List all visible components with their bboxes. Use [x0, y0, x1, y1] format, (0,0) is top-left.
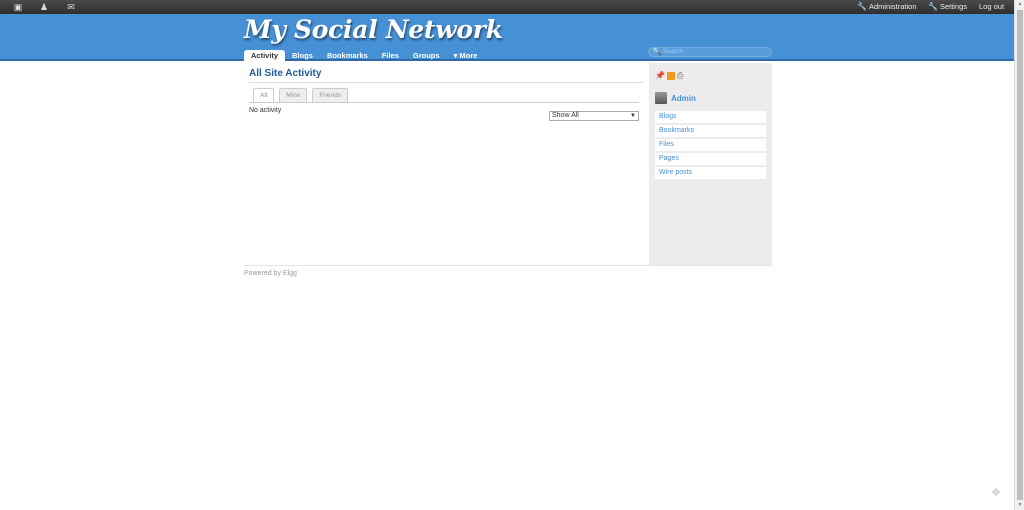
messages-icon[interactable]: ✉: [66, 2, 76, 12]
pin-icon[interactable]: 📌: [655, 71, 665, 81]
administration-label: Administration: [868, 2, 917, 11]
elgg-logo-icon[interactable]: ❖: [991, 487, 1003, 499]
nav-bookmarks[interactable]: Bookmarks: [320, 50, 375, 61]
site-title[interactable]: My Social Network: [244, 15, 503, 44]
page-title: All Site Activity: [249, 68, 322, 79]
tab-mine[interactable]: Mine: [279, 88, 308, 102]
footer-divider: [244, 265, 772, 266]
nav-files[interactable]: Files: [375, 50, 406, 61]
nav-blogs[interactable]: Blogs: [285, 50, 320, 61]
owner-menu: Blogs Bookmarks Files Pages Wire posts: [655, 111, 766, 181]
main-nav: Activity Blogs Bookmarks Files Groups ▾ …: [244, 50, 484, 61]
sidebar-item-files[interactable]: Files: [655, 139, 766, 151]
sidebar-item-blogs[interactable]: Blogs: [655, 111, 766, 123]
tab-divider: [249, 102, 639, 103]
page: ▣ ♟ ✉ 🔧 Administration 🔧 Settings Log out …: [0, 0, 1014, 510]
owner-block: Admin: [655, 92, 696, 104]
empty-message: No activity: [249, 107, 282, 114]
vertical-scrollbar[interactable]: ▲ ▼: [1014, 0, 1024, 510]
topbar: ▣ ♟ ✉ 🔧 Administration 🔧 Settings Log out: [0, 0, 1014, 14]
settings-link[interactable]: 🔧 Settings: [928, 2, 967, 12]
administration-link[interactable]: 🔧 Administration: [857, 2, 917, 12]
wrench-icon: 🔧: [928, 2, 938, 11]
dropdown-arrow-icon: ▼: [630, 113, 636, 119]
nav-groups[interactable]: Groups: [406, 50, 447, 61]
sidebar-item-pages[interactable]: Pages: [655, 153, 766, 165]
search-placeholder: Search: [663, 48, 684, 55]
search-input[interactable]: 🔍 Search: [648, 47, 772, 57]
nav-more[interactable]: ▾ More: [447, 50, 485, 61]
settings-label: Settings: [939, 2, 968, 11]
sidebar: 📌 ⎙ Admin Blogs Bookmarks Files Pages Wi…: [649, 63, 772, 265]
header: My Social Network Activity Blogs Bookmar…: [0, 14, 1014, 61]
main-content: All Site Activity All Mine Friends No ac…: [244, 63, 649, 265]
divider: [249, 82, 643, 83]
sidebar-extras: 📌 ⎙: [655, 71, 683, 81]
filter-select-value: Show All: [552, 112, 579, 119]
scrollbar-thumb[interactable]: [1017, 10, 1023, 500]
tab-all[interactable]: All: [253, 88, 275, 103]
scroll-down-icon[interactable]: ▼: [1015, 501, 1024, 510]
sidebar-item-wire-posts[interactable]: Wire posts: [655, 167, 766, 179]
sidebar-item-bookmarks[interactable]: Bookmarks: [655, 125, 766, 137]
logout-link[interactable]: Log out: [979, 2, 1004, 12]
owner-name[interactable]: Admin: [671, 94, 696, 103]
friends-icon[interactable]: ♟: [39, 2, 49, 12]
profile-icon[interactable]: ▣: [13, 2, 23, 12]
filter-select[interactable]: Show All ▼: [549, 111, 639, 121]
scroll-up-icon[interactable]: ▲: [1015, 0, 1024, 9]
nav-activity[interactable]: Activity: [244, 50, 286, 61]
tab-friends[interactable]: Friends: [312, 88, 349, 102]
rss-icon[interactable]: [666, 72, 675, 80]
avatar[interactable]: [655, 92, 667, 104]
print-icon[interactable]: ⎙: [677, 71, 683, 81]
footer-text[interactable]: Powered by Elgg: [244, 270, 297, 277]
activity-tabs: All Mine Friends: [253, 88, 353, 103]
wrench-icon: 🔧: [857, 2, 867, 11]
search-icon: 🔍: [652, 47, 662, 56]
